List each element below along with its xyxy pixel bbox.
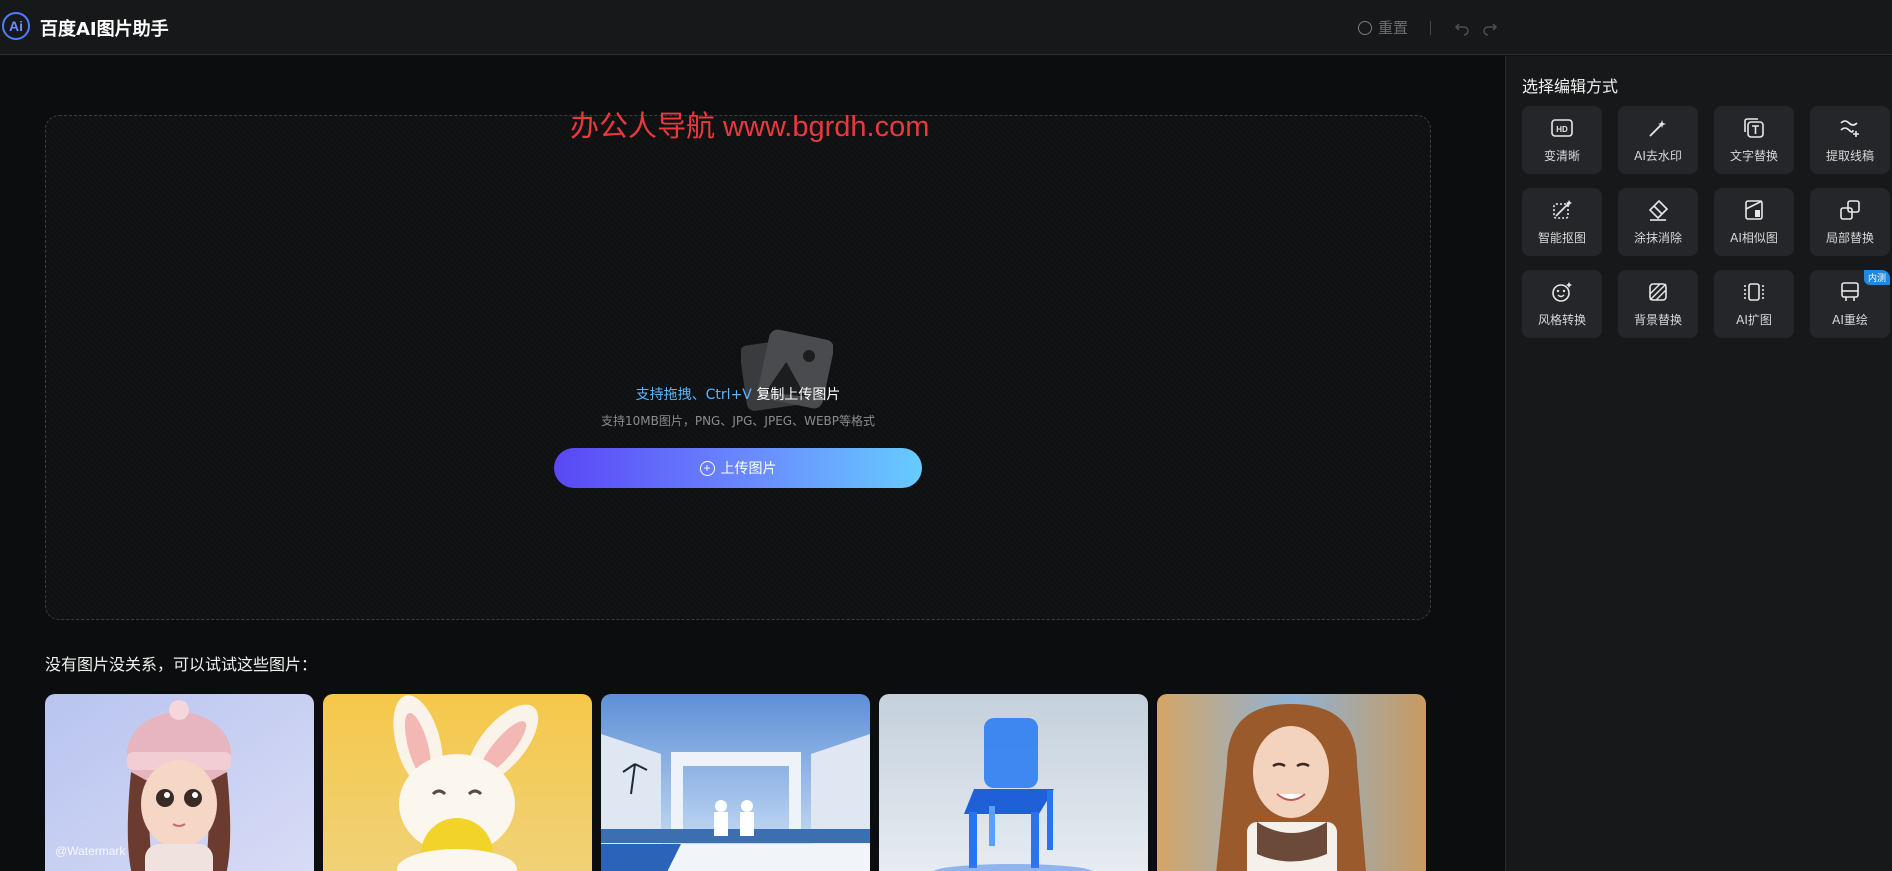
- redraw-icon: [1839, 281, 1861, 303]
- upload-formats: 支持10MB图片，PNG、JPG、JPEG、WEBP等格式: [600, 414, 875, 428]
- tool-label: 涂抹消除: [1633, 230, 1682, 245]
- tool-label: 文字替换: [1729, 148, 1778, 163]
- sample-watermark-text: @Watermark: [55, 844, 126, 858]
- eraser-icon: [1647, 199, 1669, 221]
- tool-label: 变清晰: [1543, 148, 1580, 163]
- app-root: Ai 百度AI图片助手 重置 支持拖拽、Ctrl+V 复制上传图片 支持10MB…: [0, 0, 1892, 871]
- beta-badge: 内测: [1863, 270, 1890, 285]
- text-replace-icon: [1743, 117, 1765, 139]
- tool-label: AI重绘: [1832, 312, 1868, 327]
- reset-button[interactable]: 重置: [1358, 17, 1408, 38]
- tool-label: 局部替换: [1825, 230, 1874, 245]
- cutout-icon: [1551, 199, 1573, 221]
- tool-background-replace[interactable]: 背景替换: [1618, 270, 1698, 338]
- reset-icon: [1358, 20, 1372, 35]
- overlay-watermark: 办公人导航 www.bgrdh.com: [570, 111, 930, 143]
- undo-icon[interactable]: [1453, 19, 1471, 37]
- expand-image-icon: [1743, 281, 1765, 303]
- tool-redraw[interactable]: 内测 AI重绘: [1810, 270, 1890, 338]
- tool-label: 提取线稿: [1825, 148, 1874, 163]
- tool-label: AI去水印: [1634, 148, 1682, 163]
- sample-image-girl-hat[interactable]: @Watermark: [45, 694, 314, 871]
- upload-hint-text: 复制上传图片: [751, 387, 841, 403]
- sample-image-bunny[interactable]: [323, 694, 592, 871]
- tool-label: 背景替换: [1633, 312, 1682, 327]
- sample-image-blue-chair[interactable]: [879, 694, 1148, 871]
- tool-enhance[interactable]: HD 变清晰: [1522, 106, 1602, 174]
- app-title: 百度AI图片助手: [40, 19, 169, 40]
- tool-remove-watermark[interactable]: AI去水印: [1618, 106, 1698, 174]
- background-replace-icon: [1647, 281, 1669, 303]
- main-workspace: 支持拖拽、Ctrl+V 复制上传图片 支持10MB图片，PNG、JPG、JPEG…: [0, 56, 1505, 871]
- upload-hint: 支持拖拽、Ctrl+V 复制上传图片: [46, 384, 1430, 404]
- tool-similar-image[interactable]: AI相似图: [1714, 188, 1794, 256]
- tool-label: 风格转换: [1537, 312, 1586, 327]
- upload-dropzone[interactable]: 支持拖拽、Ctrl+V 复制上传图片 支持10MB图片，PNG、JPG、JPEG…: [45, 115, 1431, 620]
- sample-image-architecture[interactable]: [601, 694, 870, 871]
- tool-line-art[interactable]: 提取线稿: [1810, 106, 1890, 174]
- upload-image-button[interactable]: + 上传图片: [554, 448, 922, 488]
- similar-image-icon: [1743, 199, 1765, 221]
- tool-label: AI相似图: [1730, 230, 1778, 245]
- upload-hint-shortcut: 支持拖拽、Ctrl+V: [635, 387, 752, 403]
- tool-label: 智能抠图: [1537, 230, 1586, 245]
- svg-text:HD: HD: [1556, 125, 1568, 134]
- top-header: Ai 百度AI图片助手 重置: [0, 0, 1892, 55]
- header-divider: [1430, 20, 1432, 35]
- header-actions: 重置: [1358, 17, 1499, 38]
- samples-title: 没有图片没关系，可以试试这些图片：: [45, 655, 318, 674]
- tool-expand-image[interactable]: AI扩图: [1714, 270, 1794, 338]
- baidu-ai-logo: Ai: [2, 12, 30, 40]
- upload-button-label: 上传图片: [720, 460, 777, 476]
- tool-label: AI扩图: [1736, 312, 1772, 327]
- line-art-icon: [1839, 117, 1861, 139]
- tool-style-transfer[interactable]: 风格转换: [1522, 270, 1602, 338]
- tool-erase[interactable]: 涂抹消除: [1618, 188, 1698, 256]
- reset-label: 重置: [1378, 19, 1409, 37]
- edit-mode-panel: 选择编辑方式 HD 变清晰 AI去水印 文字替换 提取线稿 智能抠图 涂抹消除 …: [1505, 56, 1892, 871]
- tool-text-replace[interactable]: 文字替换: [1714, 106, 1794, 174]
- tool-grid: HD 变清晰 AI去水印 文字替换 提取线稿 智能抠图 涂抹消除 AI相似图 局…: [1522, 106, 1890, 338]
- sample-image-smiling-woman[interactable]: [1157, 694, 1426, 871]
- partial-replace-icon: [1839, 199, 1861, 221]
- tool-partial-replace[interactable]: 局部替换: [1810, 188, 1890, 256]
- hd-icon: HD: [1551, 117, 1573, 139]
- sample-images: @Watermark: [45, 694, 1426, 871]
- style-transfer-icon: [1551, 281, 1573, 303]
- panel-title: 选择编辑方式: [1522, 77, 1619, 96]
- plus-circle-icon: +: [699, 460, 715, 476]
- tool-smart-cutout[interactable]: 智能抠图: [1522, 188, 1602, 256]
- magic-wand-icon: [1647, 117, 1669, 139]
- redo-icon[interactable]: [1481, 19, 1499, 37]
